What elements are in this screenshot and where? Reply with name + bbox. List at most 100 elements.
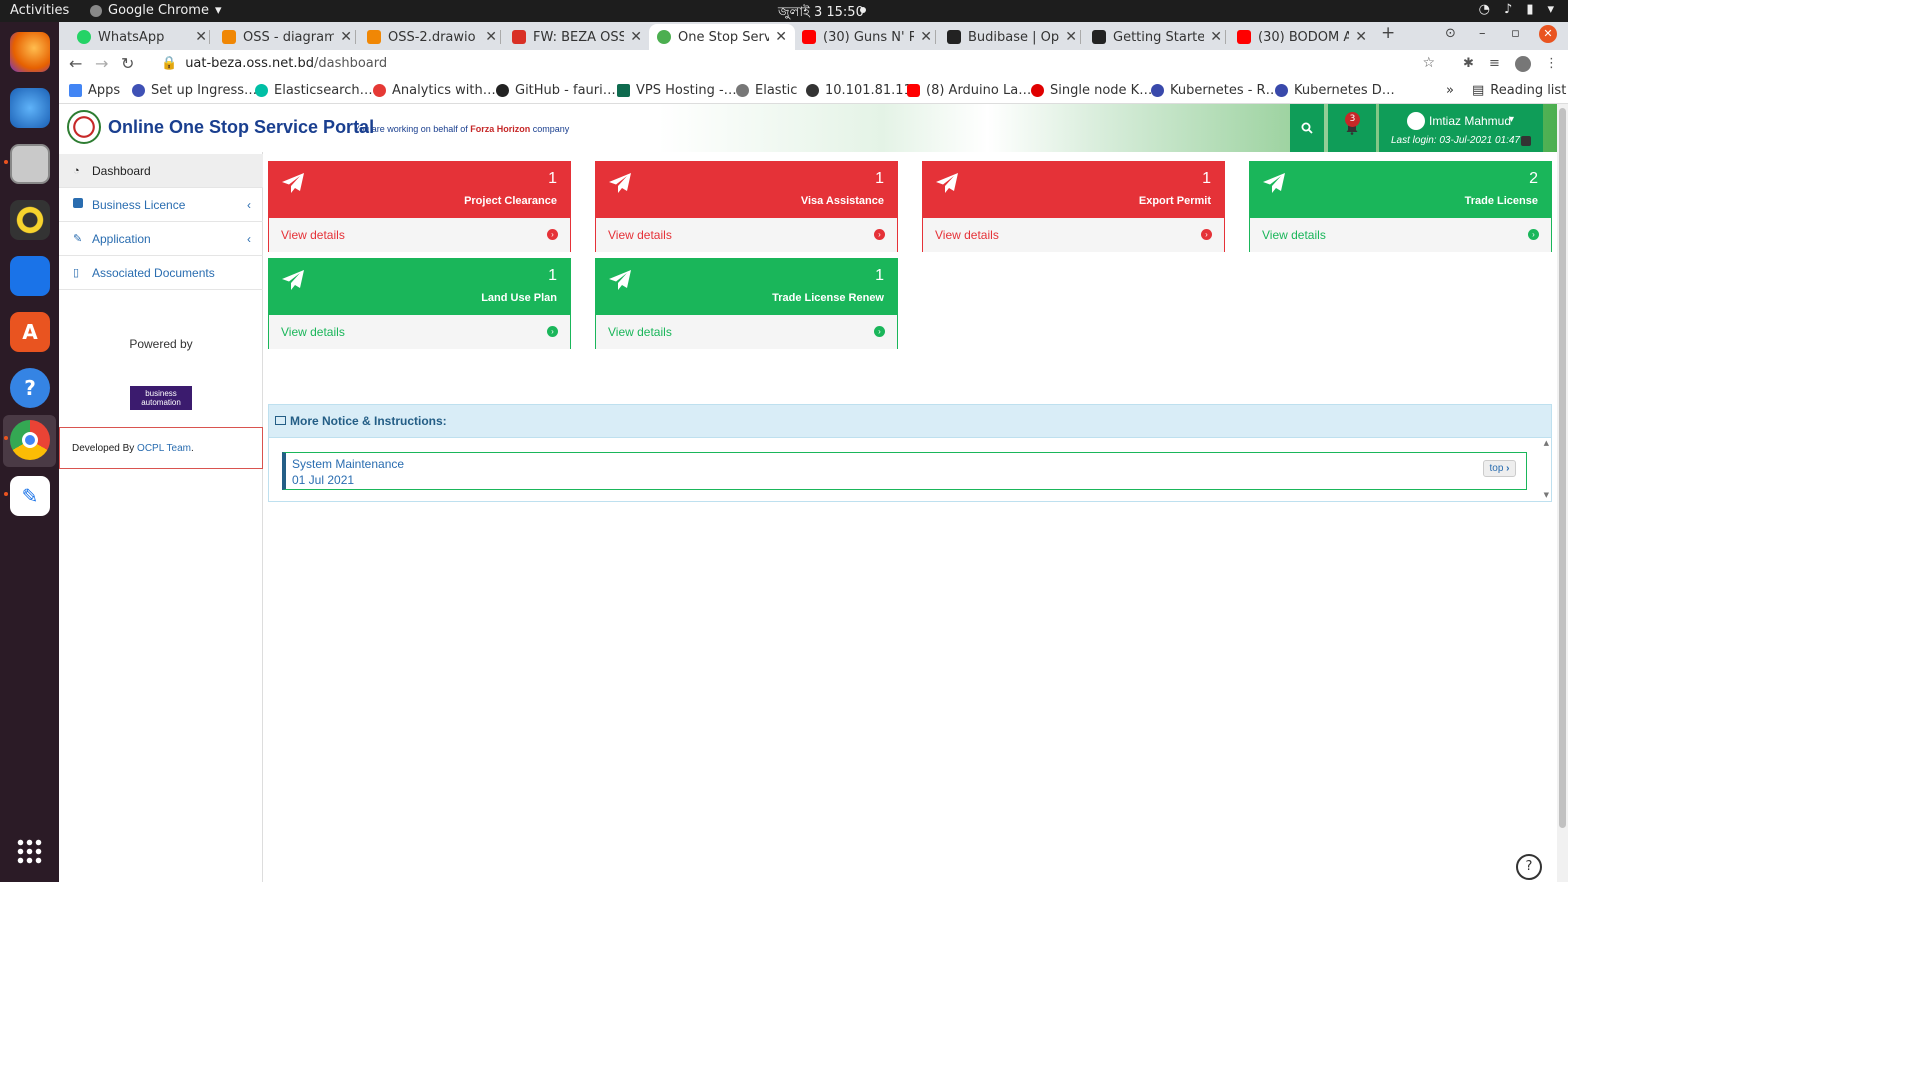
notice-item[interactable]: System Maintenance 01 Jul 2021 top › — [282, 452, 1527, 490]
reading-list-button[interactable]: ▤ Reading list — [1472, 83, 1566, 98]
portal-title[interactable]: Online One Stop Service Portal — [108, 117, 374, 138]
profile-avatar[interactable] — [1515, 56, 1531, 72]
user-menu[interactable]: Imtiaz Mahmud ▾ Last login: 03-Jul-2021 … — [1379, 104, 1543, 152]
kubernetes-icon — [1275, 84, 1288, 97]
notice-title[interactable]: System Maintenance — [292, 456, 1520, 472]
card-label: Trade License Renew — [772, 292, 884, 304]
app-menu[interactable]: Google Chrome ▾ — [90, 3, 222, 18]
tab-whatsapp[interactable]: WhatsApp ✕ — [69, 24, 215, 50]
tab-search-icon[interactable]: ⊙ — [1445, 26, 1456, 41]
close-tab-icon[interactable]: ✕ — [624, 29, 642, 45]
minimize-button[interactable]: – — [1479, 26, 1486, 41]
tab-getting-started[interactable]: Getting Started ✕ — [1084, 24, 1230, 50]
bookmark-item[interactable]: Single node K… — [1031, 83, 1152, 98]
clock[interactable]: জুলাই 3 15:50 — [778, 3, 864, 24]
bookmark-item[interactable]: Elastic — [736, 83, 797, 98]
more-bookmarks-button[interactable]: » — [1446, 83, 1454, 98]
paper-plane-icon — [282, 173, 304, 193]
search-button[interactable] — [1290, 104, 1324, 152]
extensions-icon[interactable]: ✱ — [1463, 56, 1474, 71]
sidebar-item-business-licence[interactable]: Business Licence ‹ — [59, 188, 263, 222]
scrollbar-thumb[interactable] — [1559, 108, 1566, 828]
youtube-icon — [1237, 30, 1251, 44]
document-icon: ▯ — [73, 267, 80, 279]
close-tab-icon[interactable]: ✕ — [769, 29, 787, 45]
chrome-dock-icon[interactable] — [10, 420, 50, 460]
bookmark-star-icon[interactable]: ☆ — [1422, 55, 1435, 71]
view-details-link[interactable]: View details › — [923, 218, 1224, 252]
bookmark-item[interactable]: Apps — [69, 83, 120, 98]
tab-drawio[interactable]: OSS-2.drawio - d ✕ — [359, 24, 505, 50]
close-tab-icon[interactable]: ✕ — [1349, 29, 1367, 45]
view-details-link[interactable]: View details › — [596, 315, 897, 349]
list-icon — [275, 416, 286, 425]
developer-link[interactable]: OCPL Team — [137, 443, 191, 454]
bookmark-item[interactable]: Kubernetes - R… — [1151, 83, 1279, 98]
view-details-link[interactable]: View details › — [596, 218, 897, 252]
forward-button[interactable]: → — [95, 54, 108, 73]
help-button[interactable]: ? — [1516, 854, 1542, 880]
writer-icon[interactable] — [10, 256, 50, 296]
activities-button[interactable]: Activities — [10, 3, 69, 18]
address-bar[interactable]: 🔒 uat-beza.oss.net.bd/dashboard ☆ — [147, 52, 1447, 76]
close-window-button[interactable]: ✕ — [1539, 25, 1557, 43]
tab-youtube-guns[interactable]: (30) Guns N' Ros ✕ — [794, 24, 940, 50]
notification-dot-icon — [860, 7, 866, 13]
edit-icon[interactable] — [1521, 136, 1531, 146]
system-tray[interactable]: ◔ ♪ ▮ ▾ — [1479, 2, 1554, 17]
sidebar-item-application[interactable]: ✎ Application ‹ — [59, 222, 263, 256]
bookmark-item[interactable]: Kubernetes D… — [1275, 83, 1395, 98]
chevron-down-icon: ▾ — [1509, 114, 1515, 125]
close-tab-icon[interactable]: ✕ — [189, 29, 207, 45]
firefox-icon[interactable] — [10, 32, 50, 72]
notice-heading: More Notice & Instructions: — [269, 405, 1551, 438]
business-automation-logo[interactable]: business automation — [130, 386, 192, 410]
scroll-up-arrow-icon[interactable]: ▲ — [1544, 439, 1549, 447]
scroll-down-arrow-icon[interactable]: ▼ — [1544, 491, 1549, 499]
web-page: Online One Stop Service Portal You are w… — [59, 104, 1557, 882]
close-tab-icon[interactable]: ✕ — [1204, 29, 1222, 45]
close-tab-icon[interactable]: ✕ — [334, 29, 352, 45]
thunderbird-icon[interactable] — [10, 88, 50, 128]
back-button[interactable]: ← — [69, 54, 82, 73]
restore-button[interactable]: ▫ — [1511, 26, 1520, 41]
more-menu-icon[interactable]: ⋮ — [1545, 56, 1558, 71]
help-icon[interactable]: ? — [10, 368, 50, 408]
rhythmbox-icon[interactable] — [10, 200, 50, 240]
portal-logo[interactable] — [67, 110, 101, 144]
bookmark-item[interactable]: Elasticsearch… — [255, 83, 373, 98]
bookmark-item[interactable]: GitHub - fauri… — [496, 83, 616, 98]
reload-button[interactable]: ↻ — [121, 54, 134, 73]
view-details-link[interactable]: View details › — [1250, 218, 1551, 252]
tab-youtube-bodom[interactable]: (30) BODOM AF ✕ — [1229, 24, 1375, 50]
sidebar-item-dashboard[interactable]: ◔ Dashboard — [59, 154, 263, 188]
bookmark-item[interactable]: 10.101.81.11 — [806, 83, 912, 98]
software-center-icon[interactable]: A — [10, 312, 50, 352]
bookmark-item[interactable]: (8) Arduino La… — [907, 83, 1031, 98]
media-control-icon[interactable]: ≡ — [1489, 56, 1500, 71]
files-icon[interactable] — [10, 144, 50, 184]
arrow-circle-right-icon: › — [547, 326, 558, 337]
show-apps-icon[interactable] — [16, 838, 42, 864]
view-details-link[interactable]: View details › — [269, 218, 570, 252]
chevron-right-icon: › — [1506, 463, 1510, 474]
bookmark-item[interactable]: Analytics with… — [373, 83, 496, 98]
tab-budibase[interactable]: Budibase | Open ✕ — [939, 24, 1085, 50]
running-indicator — [4, 160, 8, 164]
sidebar-item-associated-documents[interactable]: ▯ Associated Documents — [59, 256, 263, 290]
bookmark-item[interactable]: Set up Ingress… — [132, 83, 257, 98]
view-details-link[interactable]: View details › — [269, 315, 570, 349]
text-editor-icon[interactable]: ✎ — [10, 476, 50, 516]
new-tab-button[interactable]: + — [1381, 23, 1395, 43]
close-tab-icon[interactable]: ✕ — [1059, 29, 1077, 45]
tab-one-stop-service[interactable]: One Stop Servic ✕ — [649, 24, 795, 50]
tab-gmail[interactable]: FW: BEZA OSS - r ✕ — [504, 24, 650, 50]
bookmark-item[interactable]: VPS Hosting -… — [617, 83, 737, 98]
battery-icon: ▮ — [1526, 2, 1534, 17]
tab-diagrams[interactable]: OSS - diagrams.n ✕ — [214, 24, 360, 50]
top-button[interactable]: top › — [1483, 460, 1516, 477]
close-tab-icon[interactable]: ✕ — [914, 29, 932, 45]
page-scrollbar[interactable] — [1557, 104, 1568, 882]
card-land-use-plan: 1 Land Use Plan View details › — [268, 258, 571, 349]
close-tab-icon[interactable]: ✕ — [479, 29, 497, 45]
